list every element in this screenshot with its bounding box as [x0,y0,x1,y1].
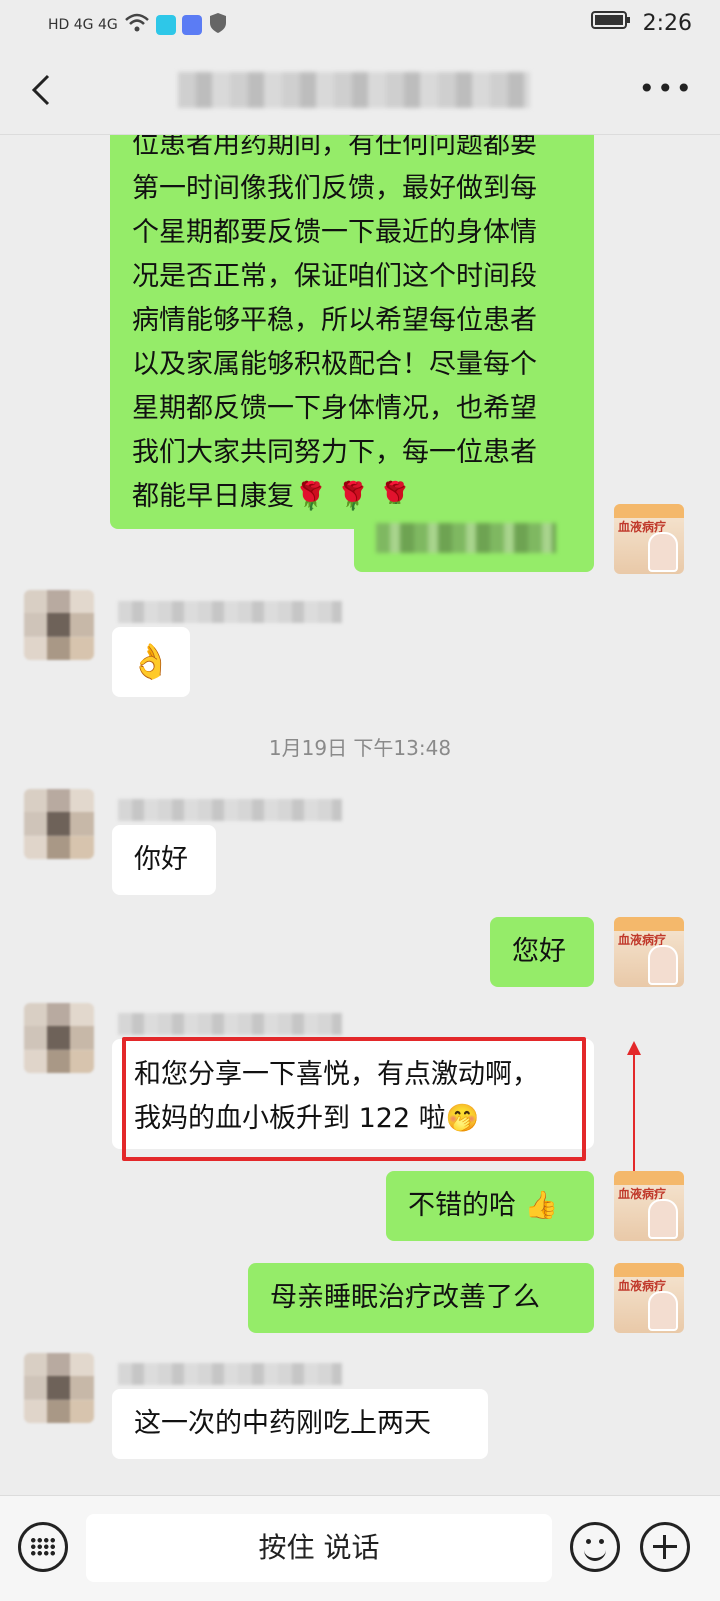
message-line: 星期都反馈一下身体情况，也希望 [132,393,537,424]
chat-title-redacted [178,72,530,108]
app-icon [155,15,176,35]
doctor-avatar[interactable]: 血液病疗 [614,917,684,987]
wifi-icon [124,13,150,37]
message-line: 我们大家共同努力下，每一位患者 [132,437,537,468]
keyboard-icon [30,1537,56,1557]
message-line: 病情能够平稳，所以希望每位患者 [132,305,537,336]
more-button[interactable]: ••• [638,72,694,105]
hold-to-talk-button[interactable]: 按住 说话 [86,1514,552,1582]
network-indicators: HD 4G 4G [48,17,118,33]
message-text: 您好 [512,936,566,967]
emoji-button[interactable] [570,1522,620,1572]
status-bar: HD 4G 4G 2:26 [0,0,720,50]
sent-message-bubble[interactable] [354,504,594,572]
chat-header: ••• [0,50,720,135]
patient-avatar[interactable] [24,1353,94,1423]
talk-label: 按住 说话 [258,1531,380,1564]
sent-message-bubble[interactable]: 不错的哈 👍 [386,1171,594,1241]
received-message-bubble[interactable]: 👌 [112,627,190,697]
message-text: 这一次的中药刚吃上两天 [134,1408,431,1439]
sent-message-bubble[interactable]: 母亲睡眠治疗改善了么 [248,1263,594,1333]
battery-icon [590,10,631,36]
sender-name-redacted [118,1013,342,1035]
smiley-icon [586,1539,591,1544]
keyboard-button[interactable] [18,1522,68,1572]
annotation-arrow [627,1041,641,1179]
highlight-box [122,1037,586,1161]
doctor-avatar[interactable]: 血液病疗 [614,1263,684,1333]
status-icons: HD 4G 4G [48,12,228,38]
doctor-avatar[interactable]: 血液病疗 [614,1171,684,1241]
sender-name-redacted [118,1363,342,1385]
message-timestamp: 1月19日 下午13:48 [268,736,452,760]
sent-message-bubble[interactable]: 位患者用药期间，有任何问题都要 第一时间像我们反馈，最好做到每 个星期都要反馈一… [110,135,594,529]
patient-avatar[interactable] [24,789,94,859]
plus-button[interactable] [640,1522,690,1572]
redacted-text [376,523,556,553]
message-line: 以及家属能够积极配合！尽量每个 [132,349,537,380]
chevron-left-icon [31,74,50,106]
doctor-avatar[interactable]: 血液病疗 [614,504,684,574]
received-message-bubble[interactable]: 你好 [112,825,216,895]
chat-area[interactable]: 位患者用药期间，有任何问题都要 第一时间像我们反馈，最好做到每 个星期都要反馈一… [0,135,720,1495]
clock: 2:26 [642,10,692,36]
received-message-bubble[interactable]: 这一次的中药刚吃上两天 [112,1389,488,1459]
message-text: 不错的哈 👍 [408,1190,559,1221]
message-line: 况是否正常，保证咱们这个时间段 [132,261,537,292]
sender-name-redacted [118,799,342,821]
message-text: 母亲睡眠治疗改善了么 [270,1282,540,1313]
shield-icon [208,12,228,38]
patient-avatar[interactable] [24,590,94,660]
message-line: 位患者用药期间，有任何问题都要 [132,135,537,160]
input-bar: 按住 说话 [0,1495,720,1601]
message-text: 你好 [134,844,188,875]
sender-name-redacted [118,601,342,623]
patient-avatar[interactable] [24,1003,94,1073]
message-line: 第一时间像我们反馈，最好做到每 [132,173,537,204]
message-line: 个星期都要反馈一下最近的身体情 [132,217,537,248]
sent-message-bubble[interactable]: 您好 [490,917,594,987]
more-dots-icon: ••• [638,72,694,105]
app-icon [181,15,202,35]
status-right: 2:26 [590,10,692,36]
back-button[interactable] [22,70,62,110]
ok-hand-icon: 👌 [129,642,173,682]
